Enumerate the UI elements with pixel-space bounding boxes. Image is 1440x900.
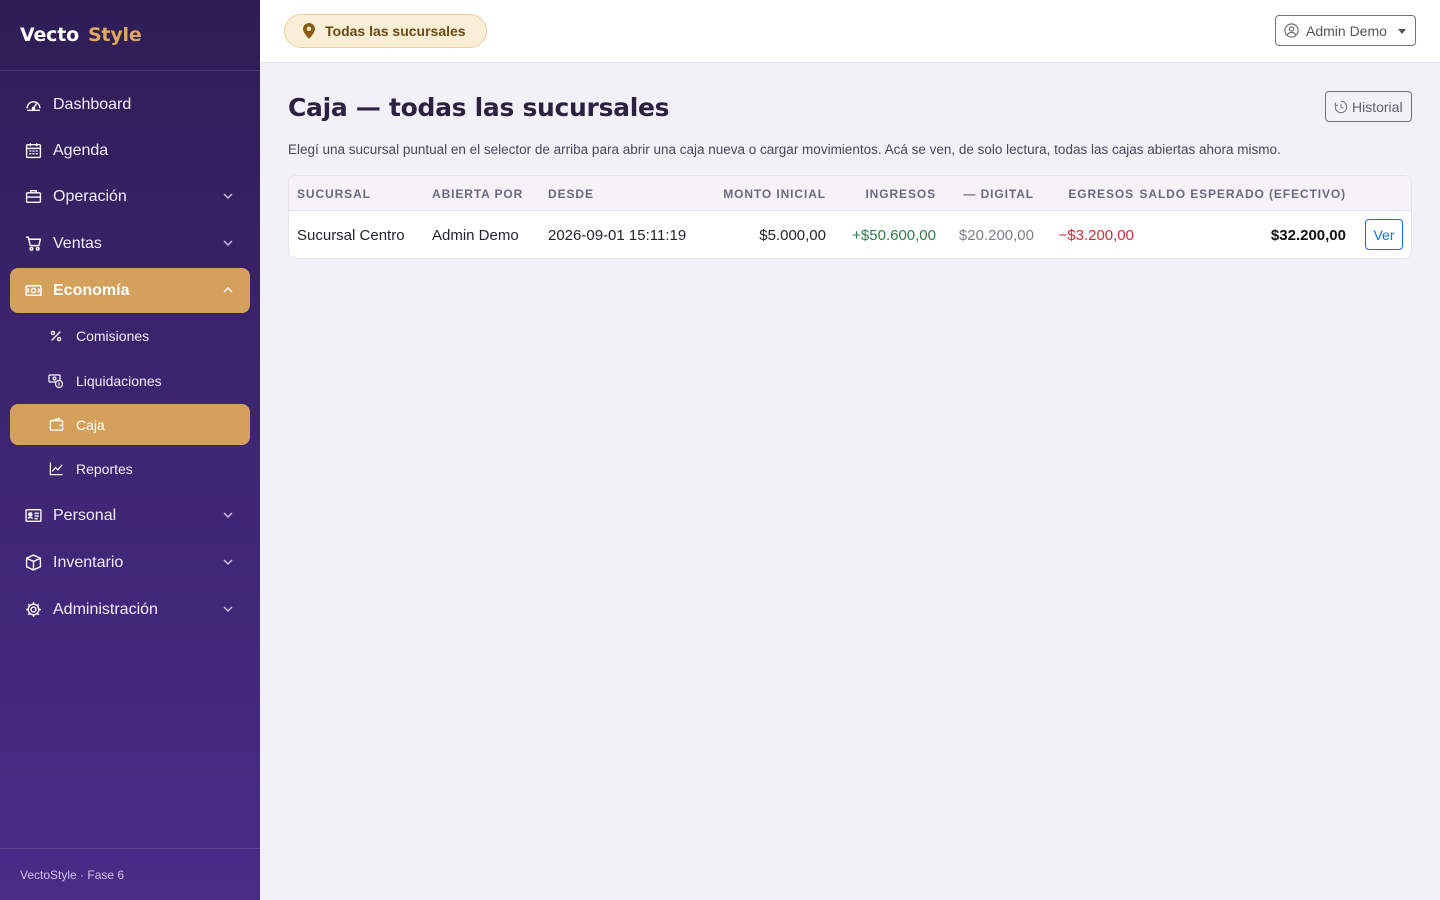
sidebar-item-operacion[interactable]: Operación bbox=[10, 174, 250, 219]
cell-digital: $20.200,00 bbox=[958, 227, 1034, 244]
clock-history-icon bbox=[1334, 100, 1348, 113]
sidebar-subitem-label: Comisiones bbox=[76, 327, 150, 344]
gauge-icon bbox=[24, 96, 42, 114]
sidebar-subitem-liquidaciones[interactable]: Liquidaciones bbox=[10, 360, 250, 401]
sidebar-item-label: Inventario bbox=[53, 553, 124, 571]
sidebar-item-agenda[interactable]: Agenda bbox=[10, 128, 250, 173]
sidebar: Vecto Style Dashboard Agenda Operación V… bbox=[0, 0, 260, 900]
chevron-down-icon bbox=[223, 240, 233, 246]
sidebar-item-dashboard[interactable]: Dashboard bbox=[10, 82, 250, 127]
cash-registers-table: SUCURSAL ABIERTA POR DESDE MONTO INICIAL… bbox=[288, 175, 1412, 259]
cash-icon bbox=[24, 282, 42, 300]
chevron-up-icon bbox=[223, 287, 233, 293]
sidebar-subitem-comisiones[interactable]: Comisiones bbox=[10, 315, 250, 356]
sidebar-subitem-label: Liquidaciones bbox=[76, 372, 162, 389]
table-row: Sucursal Centro Admin Demo 2026-09-01 15… bbox=[289, 211, 1411, 258]
chevron-down-icon bbox=[223, 193, 233, 199]
sidebar-item-economia[interactable]: Economía bbox=[10, 268, 250, 313]
chart-line-icon bbox=[48, 461, 64, 477]
sidebar-item-label: Economía bbox=[53, 281, 130, 299]
sidebar-item-label: Administración bbox=[53, 600, 158, 618]
briefcase-icon bbox=[24, 188, 42, 206]
sidebar-subitem-reportes[interactable]: Reportes bbox=[10, 448, 250, 489]
coins-icon bbox=[48, 373, 64, 389]
user-menu-button[interactable]: Admin Demo bbox=[1275, 15, 1416, 46]
column-header-sucursal: SUCURSAL bbox=[297, 187, 371, 201]
user-name: Admin Demo bbox=[1306, 22, 1387, 39]
map-pin-icon bbox=[303, 23, 315, 39]
branch-selector[interactable]: Todas las sucursales bbox=[284, 14, 487, 48]
chevron-down-icon bbox=[223, 559, 233, 565]
column-header-saldo: SALDO ESPERADO (EFECTIVO) bbox=[1139, 187, 1346, 201]
sidebar-item-label: Operación bbox=[53, 187, 127, 205]
chevron-down-icon bbox=[223, 606, 233, 612]
brand-name-part1: Vecto bbox=[20, 24, 79, 46]
sidebar-item-inventario[interactable]: Inventario bbox=[10, 540, 250, 585]
sidebar-subitem-label: Caja bbox=[76, 416, 105, 433]
user-circle-icon bbox=[1284, 23, 1299, 38]
cell-ingresos: +$50.600,00 bbox=[852, 227, 936, 244]
page-title: Caja — todas las sucursales bbox=[288, 93, 670, 122]
sidebar-item-ventas[interactable]: Ventas bbox=[10, 221, 250, 266]
sidebar-item-label: Agenda bbox=[53, 141, 109, 159]
branch-selector-label: Todas las sucursales bbox=[325, 23, 466, 39]
cell-saldo: $32.200,00 bbox=[1270, 227, 1346, 244]
topbar: Todas las sucursales Admin Demo bbox=[260, 0, 1440, 63]
percent-icon bbox=[48, 328, 64, 344]
page-description: Elegí una sucursal puntual en el selecto… bbox=[288, 142, 1281, 157]
cell-desde: 2026-09-01 15:11:19 bbox=[548, 227, 687, 244]
sidebar-item-label: Personal bbox=[53, 506, 117, 524]
calendar-icon bbox=[24, 142, 42, 160]
brand-name-part2: Style bbox=[87, 24, 142, 46]
column-header-ingresos: INGRESOS bbox=[865, 187, 936, 201]
cell-monto-inicial: $5.000,00 bbox=[759, 227, 826, 244]
sidebar-subitem-label: Reportes bbox=[76, 460, 133, 477]
chevron-down-icon bbox=[223, 512, 233, 518]
column-header-desde: DESDE bbox=[548, 187, 594, 201]
column-header-monto-inicial: MONTO INICIAL bbox=[723, 187, 826, 201]
sidebar-subitem-caja[interactable]: Caja bbox=[10, 404, 250, 445]
cell-abierta-por: Admin Demo bbox=[432, 227, 519, 244]
cart-icon bbox=[24, 235, 42, 253]
id-card-icon bbox=[24, 507, 42, 525]
history-button[interactable]: Historial bbox=[1325, 91, 1412, 122]
cell-egresos: −$3.200,00 bbox=[1058, 227, 1135, 244]
column-header-digital: — DIGITAL bbox=[963, 187, 1034, 201]
brand-logo[interactable]: Vecto Style bbox=[0, 0, 260, 71]
sidebar-item-label: Ventas bbox=[53, 234, 102, 252]
sidebar-item-administracion[interactable]: Administración bbox=[10, 587, 250, 632]
sidebar-item-personal[interactable]: Personal bbox=[10, 493, 250, 538]
wallet-icon bbox=[48, 417, 64, 433]
caret-down-icon bbox=[1398, 29, 1406, 34]
cell-sucursal: Sucursal Centro bbox=[297, 227, 405, 244]
table-header: SUCURSAL ABIERTA POR DESDE MONTO INICIAL… bbox=[289, 176, 1411, 211]
gear-icon bbox=[24, 601, 42, 619]
sidebar-item-label: Dashboard bbox=[53, 95, 132, 113]
sidebar-footer: VectoStyle · Fase 6 bbox=[0, 848, 260, 900]
column-header-abierta-por: ABIERTA POR bbox=[432, 187, 524, 201]
view-button[interactable]: Ver bbox=[1365, 219, 1403, 250]
box-icon bbox=[24, 554, 42, 572]
column-header-egresos: EGRESOS bbox=[1068, 187, 1134, 201]
history-button-label: Historial bbox=[1352, 98, 1403, 115]
